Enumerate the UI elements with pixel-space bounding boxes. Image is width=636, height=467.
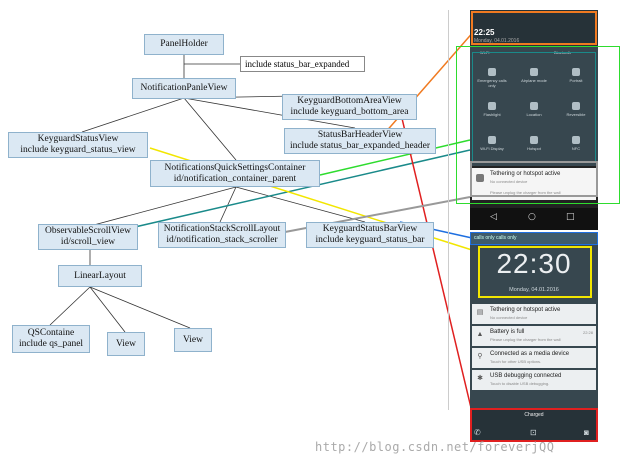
card-title: Connected as a media device [490,351,570,357]
node-panel-holder: PanelHolder [144,34,224,55]
card-usb-debugging[interactable]: ✱ USB debugging connected Touch to disab… [472,370,596,390]
node-qs-container: QSContaine include qs_panel [12,325,90,353]
card-sub: No connected device [490,315,528,320]
card-sub: Touch for other USB options. [490,359,542,364]
bug-icon: ✱ [477,375,483,382]
note-include-status-bar-expanded: include status_bar_expanded [240,56,365,72]
node-keyguard-status-view: KeyguardStatusView include keyguard_statu… [8,132,148,158]
card-title: USB debugging connected [490,373,562,379]
card-title: Tethering or hotspot active [490,307,561,313]
card-tethering[interactable]: ▤ Tethering or hotspot active No connect… [472,304,596,324]
nav-bar: ◁ ○ □ [470,208,598,230]
highlight-statusbar-blue [470,232,598,245]
card-time: 22:28 [582,330,593,335]
node-notifications-quick-settings-container: NotificationsQuickSettingsContainer id/no… [150,160,320,187]
highlight-bottom-red [470,408,598,442]
home-icon[interactable]: ○ [528,212,536,222]
node-keyguard-status-bar-view: KeyguardStatusBarView include keyguard_st… [306,222,434,248]
node-notification-stack-scroll-layout: NotificationStackScrollLayout id/notifica… [158,222,286,248]
divider [448,10,449,410]
card-sub: Touch to disable USB debugging. [490,381,550,386]
node-notification-panel-view: NotificationPanleView [132,78,236,99]
card-media-device[interactable]: ⚲ Connected as a media device Touch for … [472,348,596,368]
back-icon[interactable]: ◁ [490,212,497,222]
warning-icon: ▲ [476,331,484,338]
highlight-clock-yellow [478,246,592,298]
node-view-2: View [174,328,212,352]
card-title: Battery is full [490,329,525,335]
highlight-notif-gray [470,161,598,197]
node-keyguard-bottom-area-view: KeyguardBottomAreaView include keyguard_b… [282,94,417,120]
card-battery[interactable]: ▲ Battery is full Please unplug the char… [472,326,596,346]
watermark: http://blog.csdn.net/foreverjQQ [315,440,555,454]
node-linear-layout: LinearLayout [58,265,142,287]
highlight-qs-teal [472,52,596,162]
highlight-header-orange [471,11,597,45]
usb-icon: ⚲ [477,353,483,360]
node-status-bar-header-view: StatusBarHeaderView include status_bar_ex… [284,128,436,154]
node-view-1: View [107,332,145,356]
node-observable-scroll-view: ObservableScrollView id/scroll_view [38,224,138,250]
recents-icon[interactable]: □ [566,212,575,222]
card-sub: Please unplug the charger from the wall [490,337,561,342]
tethering-icon: ▤ [476,309,484,316]
